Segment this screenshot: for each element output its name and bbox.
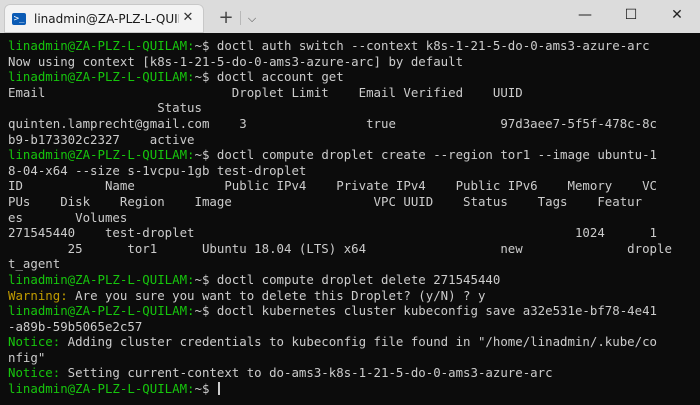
output-text: -a89b-59b5065e2c57 (8, 318, 143, 334)
output-text: nfig" (8, 349, 46, 365)
terminal-line: quinten.lamprecht@gmail.com 3 true 97d3a… (8, 116, 692, 132)
prompt-text: linadmin@ZA-PLZ-L-QUILAM: (8, 147, 195, 163)
output-text: Setting current-context to do-ams3-k8s-1… (60, 365, 553, 381)
terminal-line: linadmin@ZA-PLZ-L-QUILAM:~$ doctl kubern… (8, 303, 692, 319)
terminal-line: 8-04-x64 --size s-1vcpu-1gb test-droplet (8, 163, 692, 179)
terminal-line: Notice: Setting current-context to do-am… (8, 365, 692, 381)
output-text: ~$ doctl auth switch --context k8s-1-21-… (194, 38, 650, 53)
title-bar: >_ linadmin@ZA-PLZ-L-QUILAM: - ✕ + ⌵ — ☐… (0, 0, 700, 33)
new-tab-button[interactable]: + (212, 4, 240, 33)
output-text: es Volumes (8, 209, 128, 225)
prompt-text: linadmin@ZA-PLZ-L-QUILAM: (8, 271, 195, 287)
prompt-text: Notice: (8, 334, 61, 350)
terminal-line: linadmin@ZA-PLZ-L-QUILAM:~$ doctl auth s… (8, 38, 692, 54)
window-controls: — ☐ ✕ (562, 0, 700, 33)
tab-terminal[interactable]: >_ linadmin@ZA-PLZ-L-QUILAM: - ✕ (4, 4, 204, 33)
output-text: Are you sure you want to delete this Dro… (67, 287, 486, 303)
tab-title: linadmin@ZA-PLZ-L-QUILAM: - (34, 11, 179, 26)
output-text: 271545440 test-droplet 1024 1 (8, 225, 658, 241)
terminal-line: nfig" (8, 350, 692, 366)
terminal-line: Status (8, 100, 692, 116)
prompt-text: linadmin@ZA-PLZ-L-QUILAM: (8, 381, 195, 397)
terminal-line: linadmin@ZA-PLZ-L-QUILAM:~$ doctl accoun… (8, 69, 692, 85)
terminal-window: >_ linadmin@ZA-PLZ-L-QUILAM: - ✕ + ⌵ — ☐… (0, 0, 700, 405)
close-window-button[interactable]: ✕ (654, 0, 700, 33)
prompt-text: linadmin@ZA-PLZ-L-QUILAM: (8, 69, 195, 85)
prompt-text: linadmin@ZA-PLZ-L-QUILAM: (8, 38, 195, 53)
terminal-line: b9-b173302c2327 active (8, 132, 692, 148)
output-text: ~$ doctl kubernetes cluster kubeconfig s… (194, 303, 658, 319)
terminal-output[interactable]: linadmin@ZA-PLZ-L-QUILAM:~$ doctl auth s… (8, 38, 692, 400)
output-text: b9-b173302c2327 active (8, 131, 195, 147)
output-text: quinten.lamprecht@gmail.com 3 true 97d3a… (8, 115, 658, 131)
prompt-suffix: ~$ (194, 381, 217, 397)
terminal-line: Warning: Are you sure you want to delete… (8, 288, 692, 304)
output-text: ~$ doctl compute droplet create --region… (194, 147, 658, 163)
output-text: Now using context [k8s-1-21-5-do-0-ams3-… (8, 53, 464, 69)
output-text: t_agent (8, 256, 61, 272)
output-text: Adding cluster credentials to kubeconfig… (60, 334, 658, 350)
terminal-line: 25 tor1 Ubuntu 18.04 (LTS) x64 new dropl… (8, 241, 692, 257)
output-text: 8-04-x64 --size s-1vcpu-1gb test-droplet (8, 162, 307, 178)
terminal-line: es Volumes (8, 210, 692, 226)
output-text: Status (8, 100, 202, 116)
close-tab-icon[interactable]: ✕ (180, 10, 196, 26)
terminal-line: linadmin@ZA-PLZ-L-QUILAM:~$ doctl comput… (8, 272, 692, 288)
terminal-icon: >_ (12, 12, 26, 25)
text-cursor (217, 382, 220, 396)
output-text: Email Droplet Limit Email Verified UUID (8, 84, 523, 100)
terminal-line: Now using context [k8s-1-21-5-do-0-ams3-… (8, 54, 692, 70)
terminal-line: -a89b-59b5065e2c57 (8, 319, 692, 335)
terminal-line: PUs Disk Region Image VPC UUID Status Ta… (8, 194, 692, 210)
output-text: ~$ doctl compute droplet delete 27154544… (194, 271, 501, 287)
output-text: ID Name Public IPv4 Private IPv4 Public … (8, 178, 658, 194)
chevron-down-icon[interactable]: ⌵ (241, 4, 263, 33)
maximize-button[interactable]: ☐ (608, 0, 654, 33)
minimize-button[interactable]: — (562, 0, 608, 33)
output-text: PUs Disk Region Image VPC UUID Status Ta… (8, 193, 643, 209)
terminal-line: linadmin@ZA-PLZ-L-QUILAM:~$ doctl comput… (8, 147, 692, 163)
terminal-line: Email Droplet Limit Email Verified UUID (8, 85, 692, 101)
prompt-text: linadmin@ZA-PLZ-L-QUILAM: (8, 303, 195, 319)
terminal-line: 271545440 test-droplet 1024 1 (8, 225, 692, 241)
output-text: ~$ doctl account get (194, 69, 344, 85)
warning-label: Warning: (8, 287, 68, 303)
output-text: 25 tor1 Ubuntu 18.04 (LTS) x64 new dropl… (8, 240, 672, 256)
terminal-line: ID Name Public IPv4 Private IPv4 Public … (8, 178, 692, 194)
prompt-text: Notice: (8, 365, 61, 381)
terminal-line: Notice: Adding cluster credentials to ku… (8, 334, 692, 350)
command-line[interactable]: linadmin@ZA-PLZ-L-QUILAM:~$ (8, 381, 692, 397)
terminal-line: t_agent (8, 256, 692, 272)
